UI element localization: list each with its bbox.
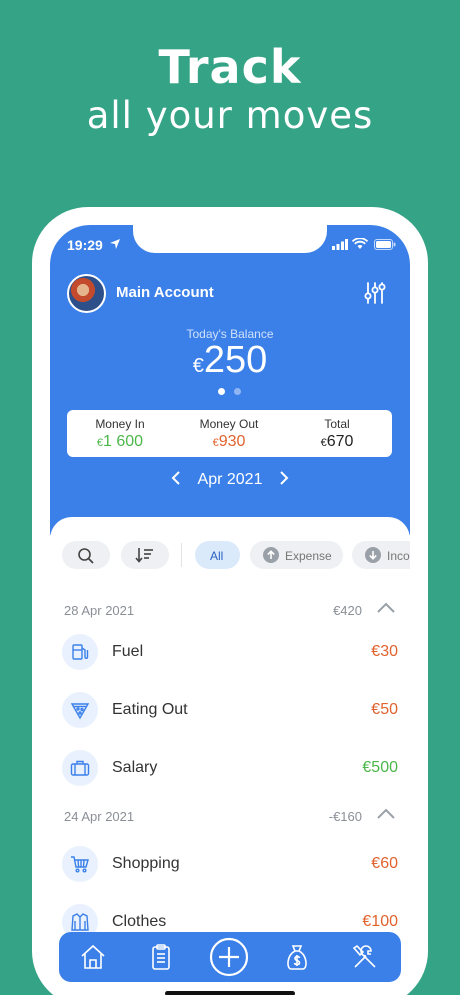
page-dot-active[interactable] [218, 388, 225, 395]
status-time: 19:29 [67, 237, 103, 253]
transaction-icon-wrap [62, 750, 98, 786]
chevron-up-icon[interactable] [376, 807, 396, 821]
wifi-icon [352, 238, 368, 249]
filter-all-chip[interactable]: All [195, 541, 240, 569]
filter-expense-label: Expense [285, 549, 332, 563]
divider [181, 543, 182, 567]
transaction-label: Shopping [112, 855, 180, 872]
group-total: €420 [333, 603, 362, 618]
transaction-amount: €60 [371, 855, 398, 872]
balance-value: 250 [203, 339, 268, 381]
balance-header: 19:29 Main Account Today's Balance €250 [50, 225, 410, 535]
search-icon [78, 548, 94, 564]
fuel-icon [72, 644, 89, 660]
date-group-header[interactable]: 28 Apr 2021 €420 [64, 601, 396, 623]
add-transaction-icon[interactable] [209, 937, 249, 977]
total-amount: 670 [326, 433, 354, 450]
total-label: Total [324, 417, 350, 431]
month-label: Apr 2021 [197, 471, 263, 488]
tools-icon[interactable] [351, 943, 379, 971]
arrow-down-circle-icon [365, 547, 381, 563]
money-in-label: Money In [95, 417, 145, 431]
clipboard-icon[interactable] [147, 943, 175, 971]
transaction-amount: €30 [371, 643, 398, 660]
group-total: -€160 [328, 809, 362, 824]
balance-currency: € [192, 355, 204, 377]
transaction-icon-wrap [62, 846, 98, 882]
summary-card: Money In €1 600 Money Out €930 Total €67… [67, 410, 392, 457]
battery-icon [374, 239, 396, 250]
sort-button[interactable] [121, 541, 169, 569]
month-navigator: Apr 2021 [50, 469, 410, 491]
total-col: Total €670 [287, 417, 387, 451]
search-button[interactable] [62, 541, 110, 569]
transactions-sheet: All Expense Inco 28 Apr 2021 €420 Fuel €… [50, 517, 410, 995]
home-indicator [165, 991, 295, 995]
transaction-icon-wrap [62, 692, 98, 728]
transaction-label: Eating Out [112, 701, 188, 718]
transaction-label: Salary [112, 759, 158, 776]
money-out-col: Money Out €930 [179, 417, 279, 451]
signal-icon [332, 239, 348, 250]
settings-sliders-icon[interactable] [363, 281, 387, 305]
cart-icon [71, 856, 89, 873]
chevron-right-icon[interactable] [278, 469, 290, 487]
money-in-amount: 1 600 [103, 433, 144, 450]
total-value: €670 [287, 433, 387, 451]
jacket-icon [71, 913, 89, 931]
group-date: 24 Apr 2021 [64, 809, 135, 824]
arrow-up-circle-icon [263, 547, 279, 563]
account-name[interactable]: Main Account [116, 284, 214, 301]
transaction-icon-wrap [62, 634, 98, 670]
money-in-value: €1 600 [70, 433, 170, 451]
transaction-amount: €500 [362, 759, 398, 776]
group-date: 28 Apr 2021 [64, 603, 135, 618]
avatar[interactable] [67, 274, 106, 313]
transaction-amount: €50 [371, 701, 398, 718]
filter-income-label: Inco [387, 549, 410, 563]
sort-icon [135, 548, 153, 563]
transaction-label: Clothes [112, 913, 167, 930]
phone-notch [133, 225, 327, 253]
promo-subtitle: all your moves [86, 94, 374, 137]
money-out-amount: 930 [218, 433, 246, 450]
money-bag-icon[interactable] [283, 943, 311, 971]
bottom-nav [59, 932, 401, 982]
app-screen: 19:29 Main Account Today's Balance €250 [50, 225, 410, 995]
filter-income-chip[interactable]: Inco [352, 541, 410, 569]
balance-amount: €250 [50, 339, 410, 382]
transaction-row[interactable]: Eating Out €50 [62, 692, 398, 732]
promo-title: Track [158, 40, 302, 94]
chevron-up-icon[interactable] [376, 601, 396, 615]
money-in-col: Money In €1 600 [70, 417, 170, 451]
transaction-row[interactable]: Fuel €30 [62, 634, 398, 674]
date-group-header[interactable]: 24 Apr 2021 -€160 [64, 807, 396, 829]
location-arrow-icon [110, 239, 120, 249]
transaction-row[interactable]: Shopping €60 [62, 846, 398, 886]
briefcase-icon [70, 760, 90, 776]
page-dot[interactable] [234, 388, 241, 395]
transaction-amount: €100 [362, 913, 398, 930]
money-out-label: Money Out [199, 417, 259, 431]
pizza-icon [70, 703, 90, 720]
transaction-row[interactable]: Salary €500 [62, 750, 398, 790]
money-out-value: €930 [179, 433, 279, 451]
home-icon[interactable] [79, 943, 107, 971]
filter-all-label: All [210, 549, 224, 563]
transaction-label: Fuel [112, 643, 144, 660]
phone-frame: 19:29 Main Account Today's Balance €250 [32, 207, 428, 995]
filter-expense-chip[interactable]: Expense [250, 541, 343, 569]
